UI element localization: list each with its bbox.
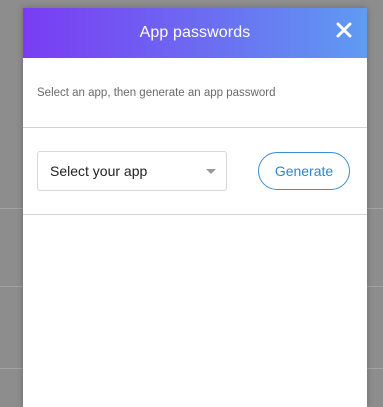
dialog-description: Select an app, then generate an app pass…	[37, 86, 276, 99]
close-icon[interactable]	[332, 18, 356, 42]
app-select-dropdown[interactable]: Select your app	[37, 151, 227, 191]
generate-button[interactable]: Generate	[258, 152, 350, 190]
dialog-header: App passwords	[23, 8, 367, 58]
app-select-value: Select your app	[50, 163, 148, 179]
description-section: Select an app, then generate an app pass…	[23, 58, 367, 128]
app-passwords-dialog: App passwords Select an app, then genera…	[23, 8, 367, 407]
chevron-down-icon	[206, 169, 216, 174]
dialog-title: App passwords	[139, 24, 251, 41]
generate-controls: Select your app Generate	[23, 128, 367, 215]
